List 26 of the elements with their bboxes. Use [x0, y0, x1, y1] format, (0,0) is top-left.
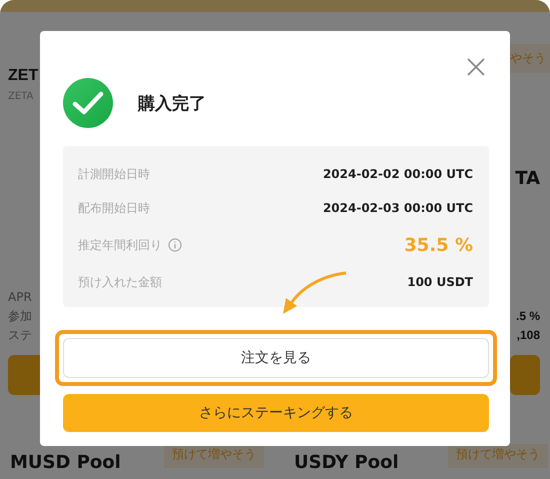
view-order-button[interactable]: 注文を見る — [63, 338, 489, 378]
pool-title: MUSD Pool — [10, 452, 121, 473]
check-icon — [63, 78, 113, 128]
dialog-title: 購入完了 — [138, 92, 206, 114]
stake-more-button[interactable]: さらにステーキングする — [63, 394, 489, 432]
stat-label: ステ — [8, 327, 33, 344]
info-label: 預け入れた金額 — [78, 274, 162, 290]
info-value: 2024-02-03 00:00 UTC — [322, 201, 473, 215]
stat-label: 参加 — [8, 308, 33, 325]
stat-label: APR — [8, 289, 33, 306]
stat-value: ,108 — [516, 327, 540, 344]
stat-value: .5 % — [516, 308, 540, 325]
info-value: 100 USDT — [407, 275, 473, 289]
info-value: 2024-02-02 00:00 UTC — [322, 167, 473, 181]
deposit-badge: 預けて増やそう — [164, 444, 264, 468]
close-icon[interactable] — [467, 58, 485, 76]
annotation-arrow — [283, 272, 346, 314]
info-label: 配布開始日時 — [78, 200, 150, 216]
card-title: ZET — [8, 67, 40, 85]
card-title: TA — [515, 168, 540, 189]
deposit-badge: 預けて増やそう — [448, 444, 548, 468]
info-label: 計測開始日時 — [78, 166, 150, 182]
info-label: 推定年間利回り — [78, 236, 162, 254]
info-value: 35.5 % — [404, 234, 473, 256]
pool-title: USDY Pool — [294, 452, 399, 473]
info-icon[interactable] — [168, 238, 182, 252]
